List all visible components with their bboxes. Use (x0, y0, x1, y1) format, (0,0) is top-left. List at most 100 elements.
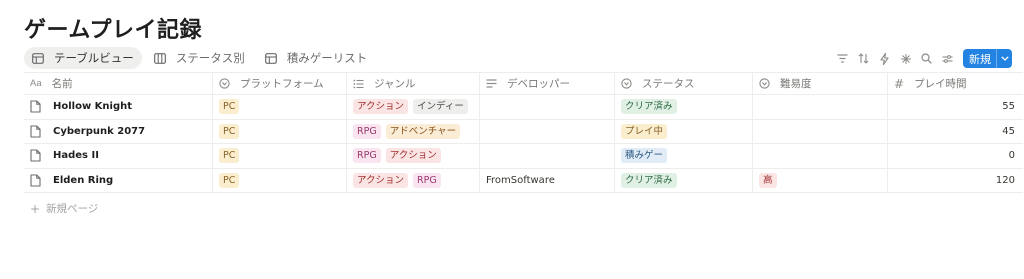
tag: インディー (413, 99, 468, 115)
select-icon (621, 78, 637, 89)
name-text: Cyberpunk 2077 (53, 125, 146, 137)
settings-icon[interactable] (940, 51, 955, 66)
column-header[interactable]: ジャンル (347, 73, 480, 94)
column-header[interactable]: ステータス (615, 73, 753, 94)
playtime-cell[interactable]: 120 (888, 169, 1023, 193)
sort-icon[interactable] (856, 51, 871, 66)
column-header[interactable]: デベロッパー (480, 73, 615, 94)
view-tab-label: ステータス別 (175, 51, 245, 65)
table-row[interactable]: Elden Ring PC アクション RPG FromSoftware クリア済み 高 12… (24, 168, 1023, 193)
column-header-label: 難易度 (780, 78, 812, 90)
ai-icon[interactable] (898, 51, 913, 66)
tag: アドベンチャー (385, 123, 461, 139)
tag: RPG (353, 148, 381, 164)
tag: 高 (759, 172, 777, 188)
tag: PC (219, 99, 240, 115)
status-cell[interactable]: クリア済み (615, 95, 753, 119)
difficulty-cell[interactable] (753, 119, 888, 143)
tag: アクション (353, 172, 409, 188)
developer-cell[interactable] (480, 119, 615, 143)
playtime-cell[interactable]: 45 (888, 120, 1023, 144)
view-tab-label: 積みゲーリスト (286, 51, 368, 65)
column-header-label: デベロッパー (507, 78, 570, 90)
name-cell[interactable]: Hades II (24, 144, 213, 168)
column-header-label: ステータス (642, 78, 695, 90)
view-tabs: テーブルビュー ステータス別 積みゲーリスト (24, 47, 379, 69)
playtime-value: 120 (995, 174, 1015, 186)
new-page-button[interactable]: + 新規ページ (30, 201, 98, 216)
platform-cell[interactable]: PC (213, 144, 347, 168)
genre-cell[interactable]: RPG アクション (347, 144, 480, 168)
number-icon: # (894, 76, 905, 91)
developer-cell[interactable] (480, 144, 615, 168)
name-text: Hollow Knight (53, 101, 133, 113)
view-tab-1[interactable]: ステータス別 (146, 47, 253, 69)
column-header[interactable]: プラットフォーム (213, 73, 347, 94)
name-cell[interactable]: Hollow Knight (24, 95, 213, 119)
new-button-label: 新規 (969, 52, 991, 66)
playtime-value: 55 (1002, 101, 1015, 113)
chevron-down-icon[interactable] (996, 49, 1012, 68)
column-header-label: ジャンル (374, 78, 416, 90)
developer-text: FromSoftware (486, 174, 555, 186)
playtime-value: 45 (1002, 125, 1015, 137)
platform-cell[interactable]: PC (213, 119, 347, 143)
name-cell[interactable]: Cyberpunk 2077 (24, 119, 213, 143)
view-tab-0[interactable]: テーブルビュー (24, 47, 142, 69)
select-icon (759, 78, 775, 89)
difficulty-cell[interactable]: 高 (753, 168, 888, 192)
genre-cell[interactable]: アクション RPG (347, 168, 480, 192)
developer-cell[interactable]: FromSoftware (480, 168, 615, 192)
status-cell[interactable]: クリア済み (615, 168, 753, 192)
table-row[interactable]: Cyberpunk 2077 PC RPG アドベンチャー プレイ中 45 (24, 119, 1023, 144)
playtime-cell[interactable]: 55 (888, 95, 1023, 119)
tag: RPG (413, 172, 441, 188)
column-header[interactable]: # プレイ時間 (888, 73, 1023, 94)
tag: RPG (353, 123, 381, 139)
difficulty-cell[interactable] (753, 95, 888, 119)
search-icon[interactable] (919, 51, 934, 66)
column-header-label: 名前 (51, 78, 73, 90)
table-row[interactable]: Hades II PC RPG アクション 積みゲー 0 (24, 144, 1023, 169)
name-text: Elden Ring (53, 174, 114, 186)
table-row[interactable]: Hollow Knight PC アクション インディー クリア済み 55 (24, 95, 1023, 120)
new-button[interactable]: 新規 (963, 49, 1012, 68)
playtime-cell[interactable]: 0 (888, 144, 1023, 168)
page-icon (30, 100, 47, 113)
platform-cell[interactable]: PC (213, 95, 347, 119)
name-text: Hades II (53, 150, 99, 162)
platform-cell[interactable]: PC (213, 168, 347, 192)
tag: プレイ中 (621, 123, 668, 139)
column-header[interactable]: 難易度 (753, 73, 888, 94)
column-header[interactable]: Aa 名前 (24, 73, 213, 94)
select-icon (219, 78, 235, 89)
status-cell[interactable]: プレイ中 (615, 119, 753, 143)
genre-cell[interactable]: RPG アドベンチャー (347, 119, 480, 143)
table-icon (264, 52, 282, 64)
column-header-label: プレイ時間 (914, 78, 967, 90)
table-header: Aa 名前 プラットフォーム ジャンル デベロッパー ステータス 難易度 # プレイ時間 (24, 72, 1023, 95)
new-page-label: 新規ページ (46, 203, 99, 215)
page-icon (30, 125, 47, 138)
tag: クリア済み (621, 99, 677, 115)
view-tab-label: テーブルビュー (54, 51, 134, 65)
status-cell[interactable]: 積みゲー (615, 144, 753, 168)
database-toolbar: 新規 (829, 49, 1012, 68)
difficulty-cell[interactable] (753, 144, 888, 168)
board-icon (153, 52, 171, 64)
tag: クリア済み (621, 172, 677, 188)
tag: PC (219, 172, 240, 188)
tag: 積みゲー (621, 148, 668, 164)
tag: アクション (353, 99, 409, 115)
genre-cell[interactable]: アクション インディー (347, 95, 480, 119)
column-header-label: プラットフォーム (240, 78, 324, 90)
automation-icon[interactable] (877, 51, 892, 66)
title-icon: Aa (30, 78, 42, 89)
developer-cell[interactable] (480, 95, 615, 119)
page-icon (30, 174, 47, 187)
plus-icon: + (30, 201, 41, 216)
view-tab-2[interactable]: 積みゲーリスト (257, 47, 376, 69)
filter-icon[interactable] (835, 51, 850, 66)
name-cell[interactable]: Elden Ring (24, 168, 213, 192)
database-table: Aa 名前 プラットフォーム ジャンル デベロッパー ステータス 難易度 # プレイ時間 Holl… (24, 72, 1023, 193)
